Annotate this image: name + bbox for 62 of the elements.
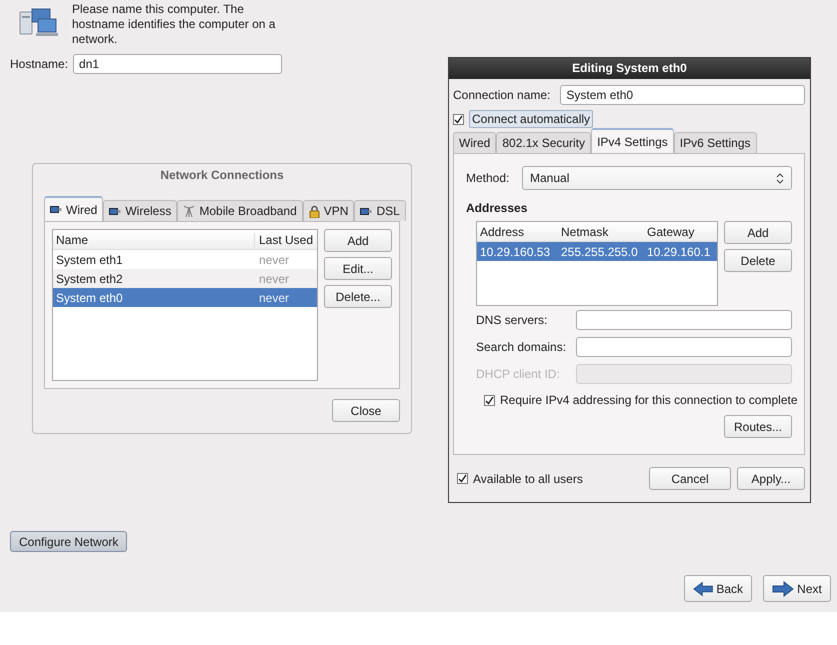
- back-button[interactable]: Back: [684, 575, 752, 602]
- field-label: Search domains:: [476, 340, 568, 354]
- checkbox[interactable]: [457, 473, 468, 484]
- hostname-label: Hostname:: [10, 57, 68, 71]
- apply-button[interactable]: Apply...: [737, 467, 805, 490]
- right-arrow-icon: [772, 580, 794, 596]
- settings-tab[interactable]: IPv6 Settings: [674, 132, 756, 153]
- connection-action-button[interactable]: Edit...: [324, 257, 392, 280]
- connection-action-button[interactable]: Add: [324, 229, 392, 252]
- dialog-title: Network Connections: [159, 168, 285, 184]
- connection-row[interactable]: System eth2 never: [53, 269, 317, 288]
- connection-type-tab[interactable]: DSL: [354, 200, 406, 221]
- method-label: Method:: [466, 171, 510, 185]
- window-title: Editing System eth0: [449, 58, 810, 79]
- connection-type-tab[interactable]: Wireless: [103, 200, 178, 221]
- routes-button[interactable]: Routes...: [724, 415, 792, 438]
- cancel-button[interactable]: Cancel: [649, 467, 731, 490]
- left-arrow-icon: [693, 580, 714, 596]
- connection-name-label: Connection name:: [453, 88, 550, 102]
- next-button[interactable]: Next: [763, 575, 831, 602]
- available-to-all-users-checkbox[interactable]: Available to all users: [457, 472, 583, 486]
- column-header[interactable]: Last Used: [255, 232, 317, 246]
- settings-tab[interactable]: 802.1x Security: [496, 132, 592, 153]
- close-button[interactable]: Close: [332, 399, 400, 422]
- text-field[interactable]: [576, 310, 792, 330]
- column-header[interactable]: Address: [477, 224, 560, 238]
- padlock-icon: [308, 204, 320, 218]
- antenna-icon: [183, 205, 196, 217]
- connection-row[interactable]: System eth1 never: [53, 250, 317, 269]
- field-label: DNS servers:: [476, 312, 548, 326]
- connection-type-tab[interactable]: Mobile Broadband: [177, 200, 303, 221]
- require-ipv4-checkbox[interactable]: Require IPv4 addressing for this connection to complete: [484, 393, 798, 407]
- address-action-button[interactable]: Delete: [724, 249, 792, 272]
- settings-tab[interactable]: IPv4 Settings: [591, 128, 674, 153]
- settings-tab[interactable]: Wired: [453, 132, 496, 153]
- column-header[interactable]: Netmask: [560, 224, 647, 238]
- column-header[interactable]: Name: [53, 232, 255, 246]
- checkmark-icon: [454, 114, 463, 124]
- configure-network-button[interactable]: Configure Network: [10, 531, 128, 552]
- connection-row[interactable]: System eth0 never: [53, 288, 317, 307]
- computers-icon: [18, 8, 58, 38]
- connection-name-field[interactable]: System eth0: [560, 85, 805, 105]
- network-card-icon: [109, 206, 122, 216]
- checkmark-icon: [485, 396, 494, 404]
- method-dropdown[interactable]: Manual: [522, 166, 792, 190]
- network-card-icon: [360, 206, 372, 216]
- connection-type-tab[interactable]: Wired: [44, 196, 104, 221]
- address-row[interactable]: 10.29.160.53 255.255.255.0 10.29.160.1: [477, 242, 717, 261]
- connection-action-button[interactable]: Delete...: [324, 285, 392, 308]
- up-down-arrows-icon: [776, 172, 784, 184]
- column-header[interactable]: Gateway: [647, 224, 717, 238]
- intro-text: Please name this computer. The hostname identifies the computer on a network.: [72, 2, 276, 47]
- hostname-field[interactable]: dn1: [73, 54, 282, 74]
- address-action-button[interactable]: Add: [724, 221, 792, 244]
- text-field[interactable]: [576, 336, 792, 356]
- checkbox[interactable]: [453, 114, 464, 124]
- connection-type-tab[interactable]: VPN: [302, 200, 354, 221]
- addresses-heading: Addresses: [466, 201, 528, 215]
- checkmark-icon: [458, 474, 467, 483]
- network-card-icon: [50, 204, 62, 215]
- checkbox[interactable]: [484, 394, 495, 406]
- field-label: DHCP client ID:: [476, 366, 561, 380]
